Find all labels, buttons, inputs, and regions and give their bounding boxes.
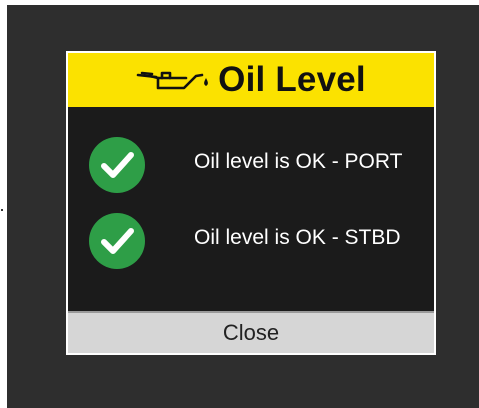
oil-level-dialog: Oil Level Oil level is OK - PORT Oil lev… xyxy=(66,51,436,355)
dialog-header: Oil Level xyxy=(68,53,434,107)
status-row-stbd: Oil level is OK - STBD xyxy=(68,210,434,270)
status-text-port: Oil level is OK - PORT xyxy=(194,150,403,173)
edge-artifact xyxy=(1,209,3,211)
oil-can-icon xyxy=(136,65,210,95)
dialog-body: Oil level is OK - PORT Oil level is OK -… xyxy=(68,107,434,309)
status-text-stbd: Oil level is OK - STBD xyxy=(194,226,401,249)
status-row-port: Oil level is OK - PORT xyxy=(68,134,434,194)
close-button[interactable]: Close xyxy=(68,311,434,353)
check-circle-icon xyxy=(88,212,146,270)
display-screen: Oil Level Oil level is OK - PORT Oil lev… xyxy=(7,5,479,408)
dialog-title: Oil Level xyxy=(218,60,366,99)
check-circle-icon xyxy=(88,136,146,194)
